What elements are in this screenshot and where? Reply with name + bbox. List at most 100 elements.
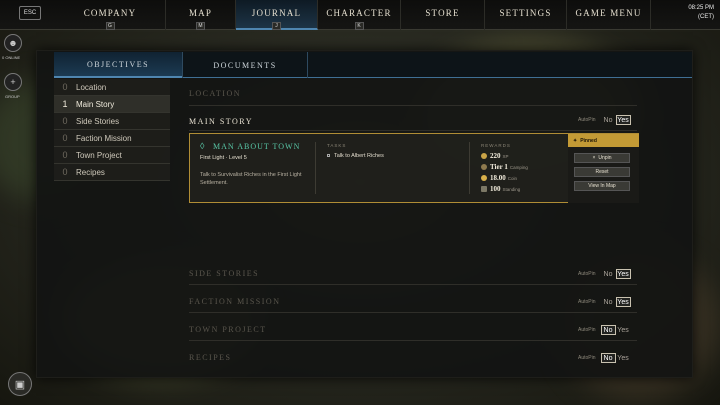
- reward-camping: Tier 1 Camping: [481, 163, 528, 171]
- category-side-stories[interactable]: 0 Side Stories: [54, 113, 170, 130]
- unpin-icon: ×: [592, 155, 596, 161]
- section-title-faction-mission: FACTION MISSION: [189, 297, 281, 306]
- standing-icon: [481, 186, 487, 192]
- pin-icon: ✦: [573, 137, 578, 144]
- category-label: Town Project: [76, 150, 122, 160]
- quest-description: Talk to Survivalist Riches in the First …: [200, 172, 302, 186]
- reward-label: XP: [502, 153, 509, 159]
- autopin-no-button[interactable]: No: [600, 353, 616, 363]
- autopin-yes-button[interactable]: Yes: [615, 115, 631, 125]
- category-recipes[interactable]: 0 Recipes: [54, 164, 170, 181]
- tab-company[interactable]: COMPANY G: [55, 0, 166, 30]
- divider: [189, 340, 637, 341]
- category-list: 0 Location 1 Main Story 0 Side Stories 0…: [54, 79, 170, 181]
- view-in-map-button[interactable]: View In Map: [574, 181, 630, 191]
- tab-journal-label: JOURNAL: [251, 8, 302, 18]
- reward-value: 100: [490, 185, 501, 193]
- chat-icon: ▣: [14, 378, 26, 391]
- person-icon: ☻: [8, 38, 18, 48]
- top-nav: ESC COMPANY G MAP M JOURNAL J CHARACTER …: [0, 0, 720, 30]
- tab-settings-label: SETTINGS: [499, 8, 552, 18]
- category-faction-mission[interactable]: 0 Faction Mission: [54, 130, 170, 147]
- category-label: Side Stories: [76, 116, 120, 126]
- autopin-no-button[interactable]: No: [600, 325, 616, 335]
- unpin-button[interactable]: × Unpin: [574, 153, 630, 163]
- journal-tabs: OBJECTIVES DOCUMENTS: [54, 52, 692, 78]
- tab-game-menu[interactable]: GAME MENU: [567, 0, 651, 30]
- divider: [469, 142, 470, 194]
- autopin-no-button[interactable]: No: [601, 297, 616, 307]
- quest-diamond-icon: ◊: [200, 141, 205, 151]
- unpin-label: Unpin: [598, 155, 612, 161]
- group-label: GROUP: [5, 94, 20, 99]
- category-count: 0: [62, 116, 68, 126]
- tab-character[interactable]: CHARACTER K: [318, 0, 401, 30]
- task-label: Talk to Albert Riches: [334, 153, 384, 159]
- autopin-yes-button[interactable]: Yes: [615, 297, 631, 307]
- camping-icon: [481, 164, 487, 170]
- divider: [189, 284, 637, 285]
- divider: [315, 142, 316, 194]
- autopin-no-button[interactable]: No: [601, 269, 616, 279]
- category-count: 0: [62, 133, 68, 143]
- tab-character-label: CHARACTER: [326, 8, 392, 18]
- section-title-town-project: TOWN PROJECT: [189, 325, 267, 334]
- chat-button[interactable]: ▣: [8, 372, 32, 396]
- quest-title: MAN ABOUT TOWN: [213, 142, 301, 151]
- reward-label: Standing: [502, 186, 521, 192]
- journal-panel: OBJECTIVES DOCUMENTS 0 Location 1 Main S…: [36, 50, 693, 378]
- category-label: Location: [76, 82, 107, 92]
- pinned-panel: ✦ Pinned × Unpin Reset View In Map: [568, 134, 639, 203]
- tab-game-menu-label: GAME MENU: [575, 8, 642, 18]
- autopin-yes-button[interactable]: Yes: [616, 353, 631, 363]
- reward-standing: 100 Standing: [481, 185, 520, 193]
- quest-card[interactable]: ◊ MAN ABOUT TOWN First Light · Level 5 T…: [189, 133, 639, 203]
- divider: [189, 130, 637, 131]
- autopin-label: AutoPin: [578, 271, 596, 277]
- social-button[interactable]: ☻: [4, 34, 22, 52]
- plus-icon: +: [10, 77, 16, 87]
- group-button[interactable]: +: [4, 73, 22, 91]
- category-count: 0: [62, 82, 68, 92]
- tab-map[interactable]: MAP M: [166, 0, 236, 30]
- divider: [189, 105, 637, 106]
- reward-value: 18.00: [490, 174, 506, 182]
- category-location[interactable]: 0 Location: [54, 79, 170, 96]
- category-town-project[interactable]: 0 Town Project: [54, 147, 170, 164]
- category-label: Recipes: [76, 167, 105, 177]
- tab-company-key: G: [105, 22, 115, 30]
- category-label: Faction Mission: [76, 133, 132, 143]
- autopin-yes-button[interactable]: Yes: [615, 269, 631, 279]
- tab-documents[interactable]: DOCUMENTS: [182, 52, 308, 78]
- category-main-story[interactable]: 1 Main Story: [54, 96, 170, 113]
- autopin-label: AutoPin: [578, 299, 596, 305]
- esc-button[interactable]: ESC: [19, 6, 41, 20]
- objectives-content: LOCATION MAIN STORY AutoPin No Yes ◊ MAN…: [170, 79, 692, 377]
- tab-journal[interactable]: JOURNAL J: [236, 0, 318, 30]
- rewards-header: REWARDS: [481, 143, 511, 148]
- divider: [189, 312, 637, 313]
- tab-store[interactable]: STORE: [401, 0, 485, 30]
- pinned-label: Pinned: [580, 137, 597, 144]
- autopin-label: AutoPin: [578, 327, 596, 333]
- tab-objectives[interactable]: OBJECTIVES: [54, 52, 182, 78]
- autopin-recipes: AutoPin No Yes: [578, 353, 631, 363]
- reset-button[interactable]: Reset: [574, 167, 630, 177]
- tab-company-label: COMPANY: [83, 8, 137, 18]
- category-count: 0: [62, 150, 68, 160]
- section-title-location: LOCATION: [189, 89, 241, 98]
- autopin-faction-mission: AutoPin No Yes: [578, 297, 631, 307]
- task-item: Talk to Albert Riches: [327, 153, 384, 159]
- tab-settings[interactable]: SETTINGS: [485, 0, 567, 30]
- tab-journal-key: J: [272, 22, 281, 30]
- autopin-side-stories: AutoPin No Yes: [578, 269, 631, 279]
- online-label: 0 ONLINE: [2, 55, 21, 60]
- category-count: 0: [62, 167, 68, 177]
- checkbox-icon: [327, 154, 330, 158]
- autopin-no-button[interactable]: No: [601, 115, 616, 125]
- reward-coin: 18.00 Coin: [481, 174, 517, 182]
- reward-label: Camping: [509, 164, 528, 170]
- reward-value: Tier 1: [490, 163, 508, 171]
- autopin-yes-button[interactable]: Yes: [616, 325, 631, 335]
- autopin-main-story: AutoPin No Yes: [578, 115, 631, 125]
